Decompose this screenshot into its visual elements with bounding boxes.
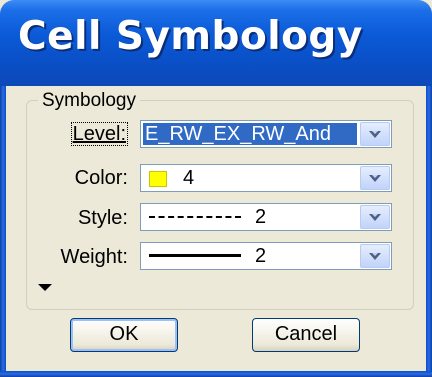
color-label: Color:	[74, 167, 128, 189]
weight-value: 2	[255, 245, 267, 267]
window-frame-right	[426, 86, 432, 377]
title-bar[interactable]: Cell Symbology	[0, 0, 432, 86]
style-dropdown[interactable]: 2	[140, 203, 392, 231]
style-dropdown-button[interactable]	[360, 205, 390, 229]
chevron-down-icon	[369, 214, 381, 221]
weight-dropdown[interactable]: 2	[140, 242, 392, 270]
level-dropdown[interactable]: E_RW_EX_RW_And	[140, 120, 392, 148]
color-value: 4	[183, 167, 195, 189]
weight-value-area: 2	[143, 245, 357, 267]
level-label: Level:	[70, 122, 128, 146]
color-swatch	[149, 171, 167, 187]
style-label: Style:	[77, 207, 128, 229]
color-value-area: 4	[143, 167, 357, 189]
window-title: Cell Symbology	[18, 14, 363, 59]
level-dropdown-button[interactable]	[360, 122, 390, 146]
style-value-area: 2	[143, 206, 357, 228]
chevron-down-icon	[369, 253, 381, 260]
cell-symbology-dialog: Cell Symbology Symbology Level: E_RW_EX_…	[0, 0, 432, 377]
dashed-line-preview	[149, 216, 241, 218]
window-frame-bottom	[0, 371, 432, 377]
chevron-down-icon	[369, 175, 381, 182]
cancel-button[interactable]: Cancel	[252, 318, 360, 352]
color-dropdown-button[interactable]	[360, 166, 390, 190]
solid-line-preview	[149, 254, 241, 257]
weight-label: Weight:	[60, 246, 128, 268]
triangle-down-icon[interactable]	[38, 284, 52, 291]
symbology-group-label: Symbology	[38, 90, 140, 112]
ok-button[interactable]: OK	[70, 318, 178, 352]
style-value: 2	[255, 206, 267, 228]
level-value: E_RW_EX_RW_And	[143, 123, 357, 145]
chevron-down-icon	[369, 131, 381, 138]
weight-dropdown-button[interactable]	[360, 244, 390, 268]
color-dropdown[interactable]: 4	[140, 164, 392, 192]
